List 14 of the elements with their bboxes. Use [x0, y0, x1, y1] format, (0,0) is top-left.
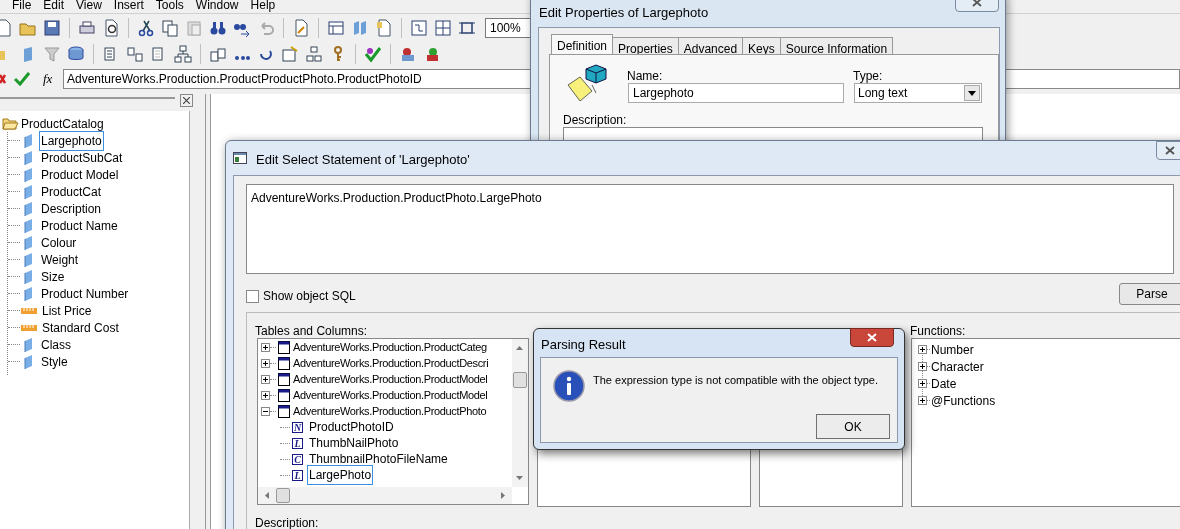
window-title: Edit Select Statement of 'Largephoto'	[256, 151, 470, 169]
field-label: Description:	[563, 112, 627, 129]
window-title: Parsing Result	[541, 336, 626, 354]
type-letter-icon: L	[292, 437, 303, 449]
type-letter-icon: L	[292, 469, 303, 481]
group-label: Description:	[255, 515, 319, 529]
group-label: Functions:	[910, 323, 966, 340]
group-label: Tables and Columns:	[255, 323, 368, 340]
type-letter-icon: C	[292, 453, 303, 465]
type-letter-icon: N	[292, 421, 303, 433]
field-label: Name:	[627, 68, 663, 85]
checkbox-label: Show object SQL	[263, 288, 356, 305]
field-label: Type:	[853, 68, 883, 85]
message-text: The expression type is not compatible with the object type.	[593, 373, 878, 388]
